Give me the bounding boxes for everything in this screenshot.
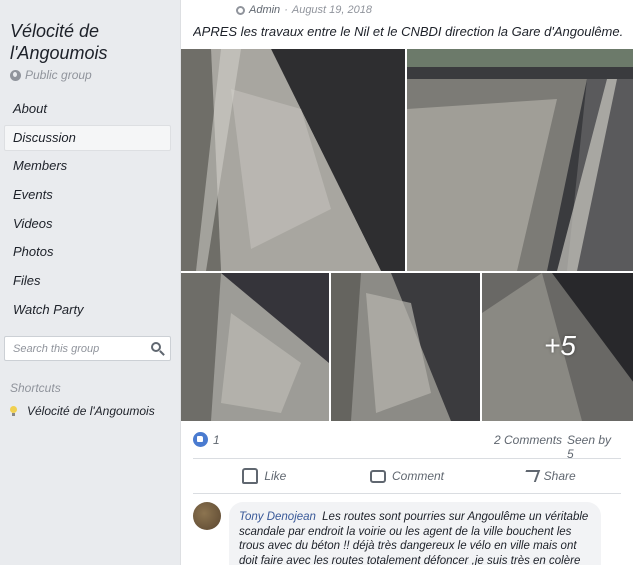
comment-icon (370, 469, 386, 483)
comments-count[interactable]: 2 Comments (494, 433, 562, 447)
like-button[interactable]: Like (193, 459, 336, 493)
nav-item-about[interactable]: About (4, 96, 171, 122)
share-arrow-icon (521, 470, 540, 482)
like-reaction-icon[interactable] (193, 432, 208, 447)
post-stats: 1 2 Comments Seen by 5 (193, 432, 621, 461)
search-icon[interactable] (151, 342, 161, 352)
post-text: APRES les travaux entre le Nil et le CNB… (193, 24, 623, 39)
like-count[interactable]: 1 (213, 433, 220, 447)
globe-icon (10, 69, 21, 81)
more-photos-count: +5 (544, 330, 576, 361)
nav-item-photos[interactable]: Photos (4, 239, 171, 265)
shortcut-item[interactable]: Vélocité de l'Angoumois (10, 404, 155, 418)
seen-by-count[interactable]: Seen by 5 (567, 433, 621, 461)
post-photo-more[interactable]: +5 (482, 273, 633, 421)
post-photo[interactable] (181, 49, 405, 271)
comment-label: Comment (392, 469, 445, 483)
like-label: Like (264, 469, 287, 483)
admin-badge-icon (236, 5, 245, 15)
nav-item-videos[interactable]: Videos (4, 211, 171, 237)
road-photo-image (331, 273, 480, 421)
search-input[interactable] (5, 337, 145, 360)
group-search (4, 336, 171, 361)
nav-item-members[interactable]: Members (4, 153, 171, 179)
post-date[interactable]: August 19, 2018 (292, 4, 372, 16)
nav-item-events[interactable]: Events (4, 182, 171, 208)
group-sidebar: Vélocité de l'Angoumois Public group Abo… (0, 0, 180, 565)
group-name[interactable]: Vélocité de l'Angoumois (10, 20, 175, 64)
post-photo[interactable] (181, 273, 329, 421)
nav-item-files[interactable]: Files (4, 268, 171, 294)
comment-author[interactable]: Tony Denojean (239, 511, 316, 523)
post-card: Admin · August 19, 2018 APRES les travau… (180, 0, 633, 565)
nav-item-watch-party[interactable]: Watch Party (4, 297, 171, 323)
post-actions: Like Comment Share (193, 458, 621, 494)
comment-button[interactable]: Comment (336, 459, 479, 493)
post-meta: Admin · August 19, 2018 (236, 4, 372, 16)
shortcuts-heading: Shortcuts (10, 381, 61, 395)
more-photos-overlay[interactable]: +5 (482, 273, 633, 421)
avatar[interactable] (193, 502, 221, 530)
lightbulb-icon (10, 405, 17, 417)
post-photo[interactable] (407, 49, 633, 271)
shortcut-label: Vélocité de l'Angoumois (27, 404, 155, 418)
post-photo[interactable] (331, 273, 480, 421)
thumbs-up-icon (242, 468, 259, 484)
comment-bubble: Tony Denojean Les routes sont pourries s… (229, 502, 601, 565)
road-photo-image (181, 49, 405, 271)
post-author-role: Admin (249, 4, 281, 16)
privacy-label: Public group (25, 68, 92, 82)
share-label: Share (543, 469, 576, 483)
meta-separator: · (284, 4, 288, 16)
group-nav: About Discussion Members Events Videos P… (4, 96, 171, 326)
nav-item-discussion[interactable]: Discussion (4, 124, 171, 151)
share-button[interactable]: Share (478, 459, 621, 493)
road-photo-image (407, 49, 633, 271)
road-photo-image (181, 273, 329, 421)
group-privacy: Public group (10, 68, 92, 82)
